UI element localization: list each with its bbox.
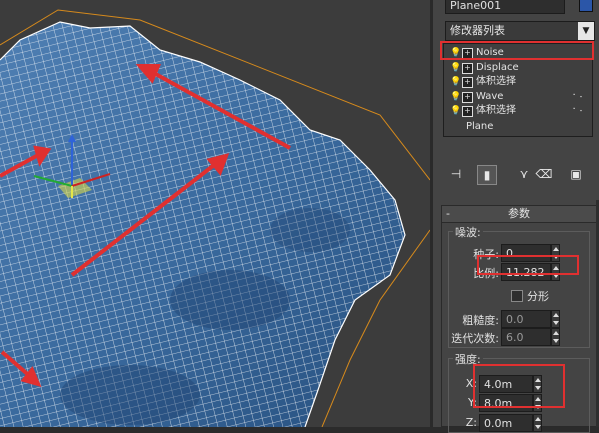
lightbulb-icon[interactable]: 💡 xyxy=(450,76,461,88)
lightbulb-icon[interactable]: 💡 xyxy=(450,91,461,103)
highlight-scale xyxy=(477,255,579,275)
viewport-perspective[interactable] xyxy=(0,0,430,427)
roughness-field[interactable]: 0.0 xyxy=(501,310,551,328)
noise-group: 噪波: 种子: 0 比例: 11.282 分形 粗糙度: 0.0 迭代次数: 6… xyxy=(448,224,590,348)
object-color-swatch[interactable] xyxy=(579,0,593,12)
roughness-spinner[interactable] xyxy=(551,310,560,328)
remove-modifier-icon[interactable]: ⌫ xyxy=(535,165,553,183)
iterations-spinner[interactable] xyxy=(551,328,560,346)
highlight-noise xyxy=(440,41,594,60)
expand-icon[interactable]: + xyxy=(462,77,473,88)
lightbulb-icon[interactable]: 💡 xyxy=(450,62,461,74)
rollout-header[interactable]: - 参数 xyxy=(442,206,596,223)
expand-icon[interactable]: + xyxy=(462,92,473,103)
stack-item-label: 体积选择 xyxy=(476,105,516,116)
modifier-list-dropdown[interactable]: 修改器列表 ▼ xyxy=(445,21,595,41)
chevron-down-icon: ▼ xyxy=(578,22,594,40)
subobject-dots-icon: ⠁⠂ xyxy=(572,93,586,102)
stack-item-label: Displace xyxy=(476,62,519,73)
show-end-result-icon[interactable]: ▮ xyxy=(477,165,497,185)
rollout-title: 参数 xyxy=(508,207,530,220)
fractal-checkbox[interactable] xyxy=(511,290,523,302)
rollout-toggle[interactable]: - xyxy=(446,206,450,222)
noise-group-title: 噪波: xyxy=(453,224,483,240)
strength-z-field[interactable]: 0.0m xyxy=(479,414,533,432)
iterations-field[interactable]: 6.0 xyxy=(501,328,551,346)
fractal-label: 分形 xyxy=(527,290,549,303)
strength-z-spinner[interactable] xyxy=(533,414,542,432)
subobject-dots-icon: ⠁⠂ xyxy=(572,107,586,116)
expand-icon[interactable]: + xyxy=(462,106,473,117)
lightbulb-icon[interactable]: 💡 xyxy=(450,105,461,117)
stack-item-displace[interactable]: 💡 + Displace xyxy=(446,61,590,75)
command-panel: Plane001 修改器列表 ▼ 💡 + Noise 💡 + Displace … xyxy=(430,0,599,433)
stack-item-volume-select-2[interactable]: 💡 + 体积选择 ⠁⠂ xyxy=(446,104,590,118)
strength-z-label: Z: xyxy=(465,416,477,429)
iterations-label: 迭代次数: xyxy=(451,332,499,345)
make-unique-icon[interactable]: ⋎ xyxy=(515,165,533,183)
roughness-label: 粗糙度: xyxy=(462,314,499,327)
stack-item-wave[interactable]: 💡 + Wave ⠁⠂ xyxy=(446,90,590,104)
pin-stack-icon[interactable]: ⊣ xyxy=(447,165,465,183)
modifier-list-label: 修改器列表 xyxy=(450,24,505,37)
stack-item-volume-select[interactable]: 💡 + 体积选择 xyxy=(446,75,590,89)
stack-item-plane[interactable]: Plane xyxy=(446,120,590,134)
configure-sets-icon[interactable]: ▣ xyxy=(567,165,585,183)
viewport-canvas xyxy=(0,9,430,427)
stack-item-label: Wave xyxy=(476,91,504,102)
stack-item-label: Plane xyxy=(466,121,494,132)
highlight-strength-xy xyxy=(473,364,565,408)
stack-item-label: 体积选择 xyxy=(476,76,516,87)
expand-icon[interactable]: + xyxy=(462,63,473,74)
object-name-field[interactable]: Plane001 xyxy=(445,0,565,14)
